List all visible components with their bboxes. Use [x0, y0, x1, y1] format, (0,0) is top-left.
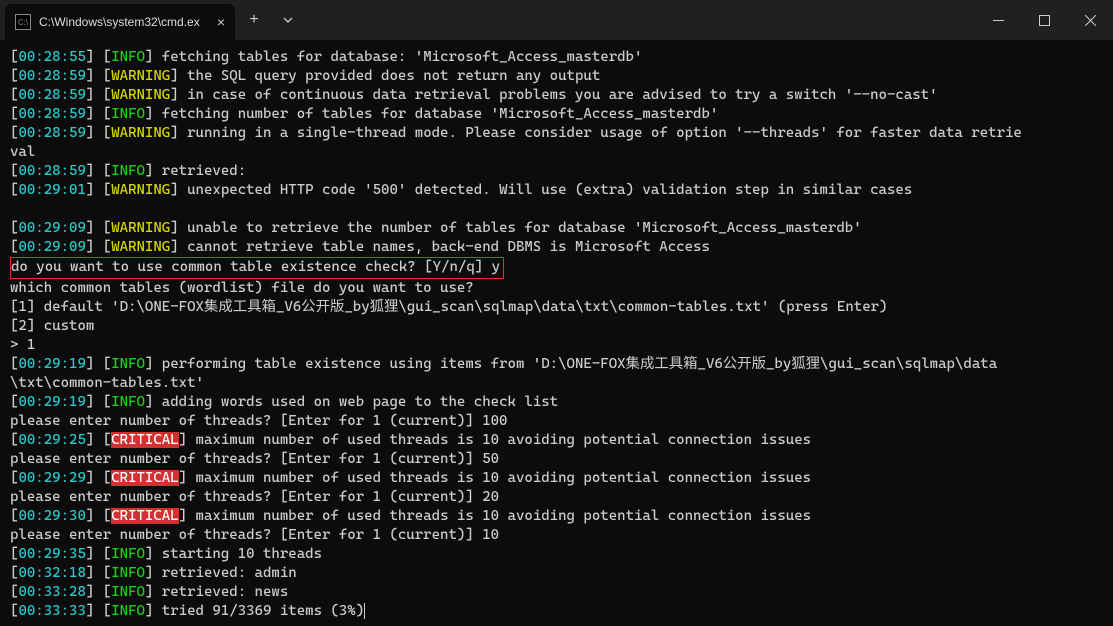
log-level: INFO	[111, 603, 145, 619]
log-level: INFO	[111, 394, 145, 410]
log-level: INFO	[111, 546, 145, 562]
log-line: [2] custom	[10, 318, 94, 334]
log-level: INFO	[111, 49, 145, 65]
log-level: WARNING	[111, 182, 170, 198]
timestamp: 00:32:18	[18, 565, 85, 581]
maximize-button[interactable]	[1021, 0, 1067, 40]
timestamp: 00:33:33	[18, 603, 85, 619]
log-line: val	[10, 144, 35, 160]
timestamp: 00:33:28	[18, 584, 85, 600]
log-level: INFO	[111, 565, 145, 581]
log-level: WARNING	[111, 125, 170, 141]
timestamp: 00:29:01	[18, 182, 85, 198]
timestamp: 00:29:09	[18, 220, 85, 236]
log-line: please enter number of threads? [Enter f…	[10, 489, 499, 505]
terminal-output[interactable]: [00:28:55] [INFO] fetching tables for da…	[0, 40, 1113, 626]
timestamp: 00:29:19	[18, 356, 85, 372]
timestamp: 00:29:29	[18, 470, 85, 486]
timestamp: 00:29:09	[18, 239, 85, 255]
timestamp: 00:29:25	[18, 432, 85, 448]
tab-dropdown-button[interactable]	[273, 5, 303, 35]
log-line: > 1	[10, 337, 35, 353]
log-line: [1] default 'D:\ONE-FOX集成工具箱_V6公开版_by狐狸\…	[10, 299, 888, 315]
timestamp: 00:28:55	[18, 49, 85, 65]
log-level: WARNING	[111, 220, 170, 236]
tab-title: C:\Windows\system32\cmd.ex	[39, 15, 209, 29]
log-line: \txt\common-tables.txt'	[10, 375, 204, 391]
log-line: which common tables (wordlist) file do y…	[10, 280, 474, 296]
chevron-down-icon	[283, 15, 293, 25]
timestamp: 00:28:59	[18, 68, 85, 84]
timestamp: 00:28:59	[18, 106, 85, 122]
timestamp: 00:28:59	[18, 87, 85, 103]
log-level: CRITICAL	[111, 470, 178, 486]
log-line: please enter number of threads? [Enter f…	[10, 451, 499, 467]
log-level: CRITICAL	[111, 432, 178, 448]
close-window-button[interactable]	[1067, 0, 1113, 40]
log-level: WARNING	[111, 239, 170, 255]
timestamp: 00:29:19	[18, 394, 85, 410]
prompt-highlight: do you want to use common table existenc…	[10, 257, 504, 279]
timestamp: 00:28:59	[18, 125, 85, 141]
title-bar: C:\ C:\Windows\system32\cmd.ex × +	[0, 0, 1113, 40]
window-controls	[975, 0, 1113, 40]
close-icon	[1085, 15, 1096, 26]
cmd-icon: C:\	[15, 14, 31, 30]
log-line: please enter number of threads? [Enter f…	[10, 527, 499, 543]
log-line: please enter number of threads? [Enter f…	[10, 413, 508, 429]
maximize-icon	[1039, 15, 1050, 26]
timestamp: 00:28:59	[18, 163, 85, 179]
log-level: INFO	[111, 584, 145, 600]
timestamp: 00:29:30	[18, 508, 85, 524]
timestamp: 00:29:35	[18, 546, 85, 562]
log-level: WARNING	[111, 68, 170, 84]
new-tab-button[interactable]: +	[237, 5, 271, 35]
log-level: INFO	[111, 356, 145, 372]
log-level: CRITICAL	[111, 508, 178, 524]
minimize-icon	[993, 15, 1004, 26]
cursor	[364, 603, 365, 619]
log-level: INFO	[111, 106, 145, 122]
log-level: INFO	[111, 163, 145, 179]
close-tab-button[interactable]: ×	[217, 14, 225, 30]
log-level: WARNING	[111, 87, 170, 103]
terminal-tab[interactable]: C:\ C:\Windows\system32\cmd.ex ×	[5, 4, 235, 40]
minimize-button[interactable]	[975, 0, 1021, 40]
